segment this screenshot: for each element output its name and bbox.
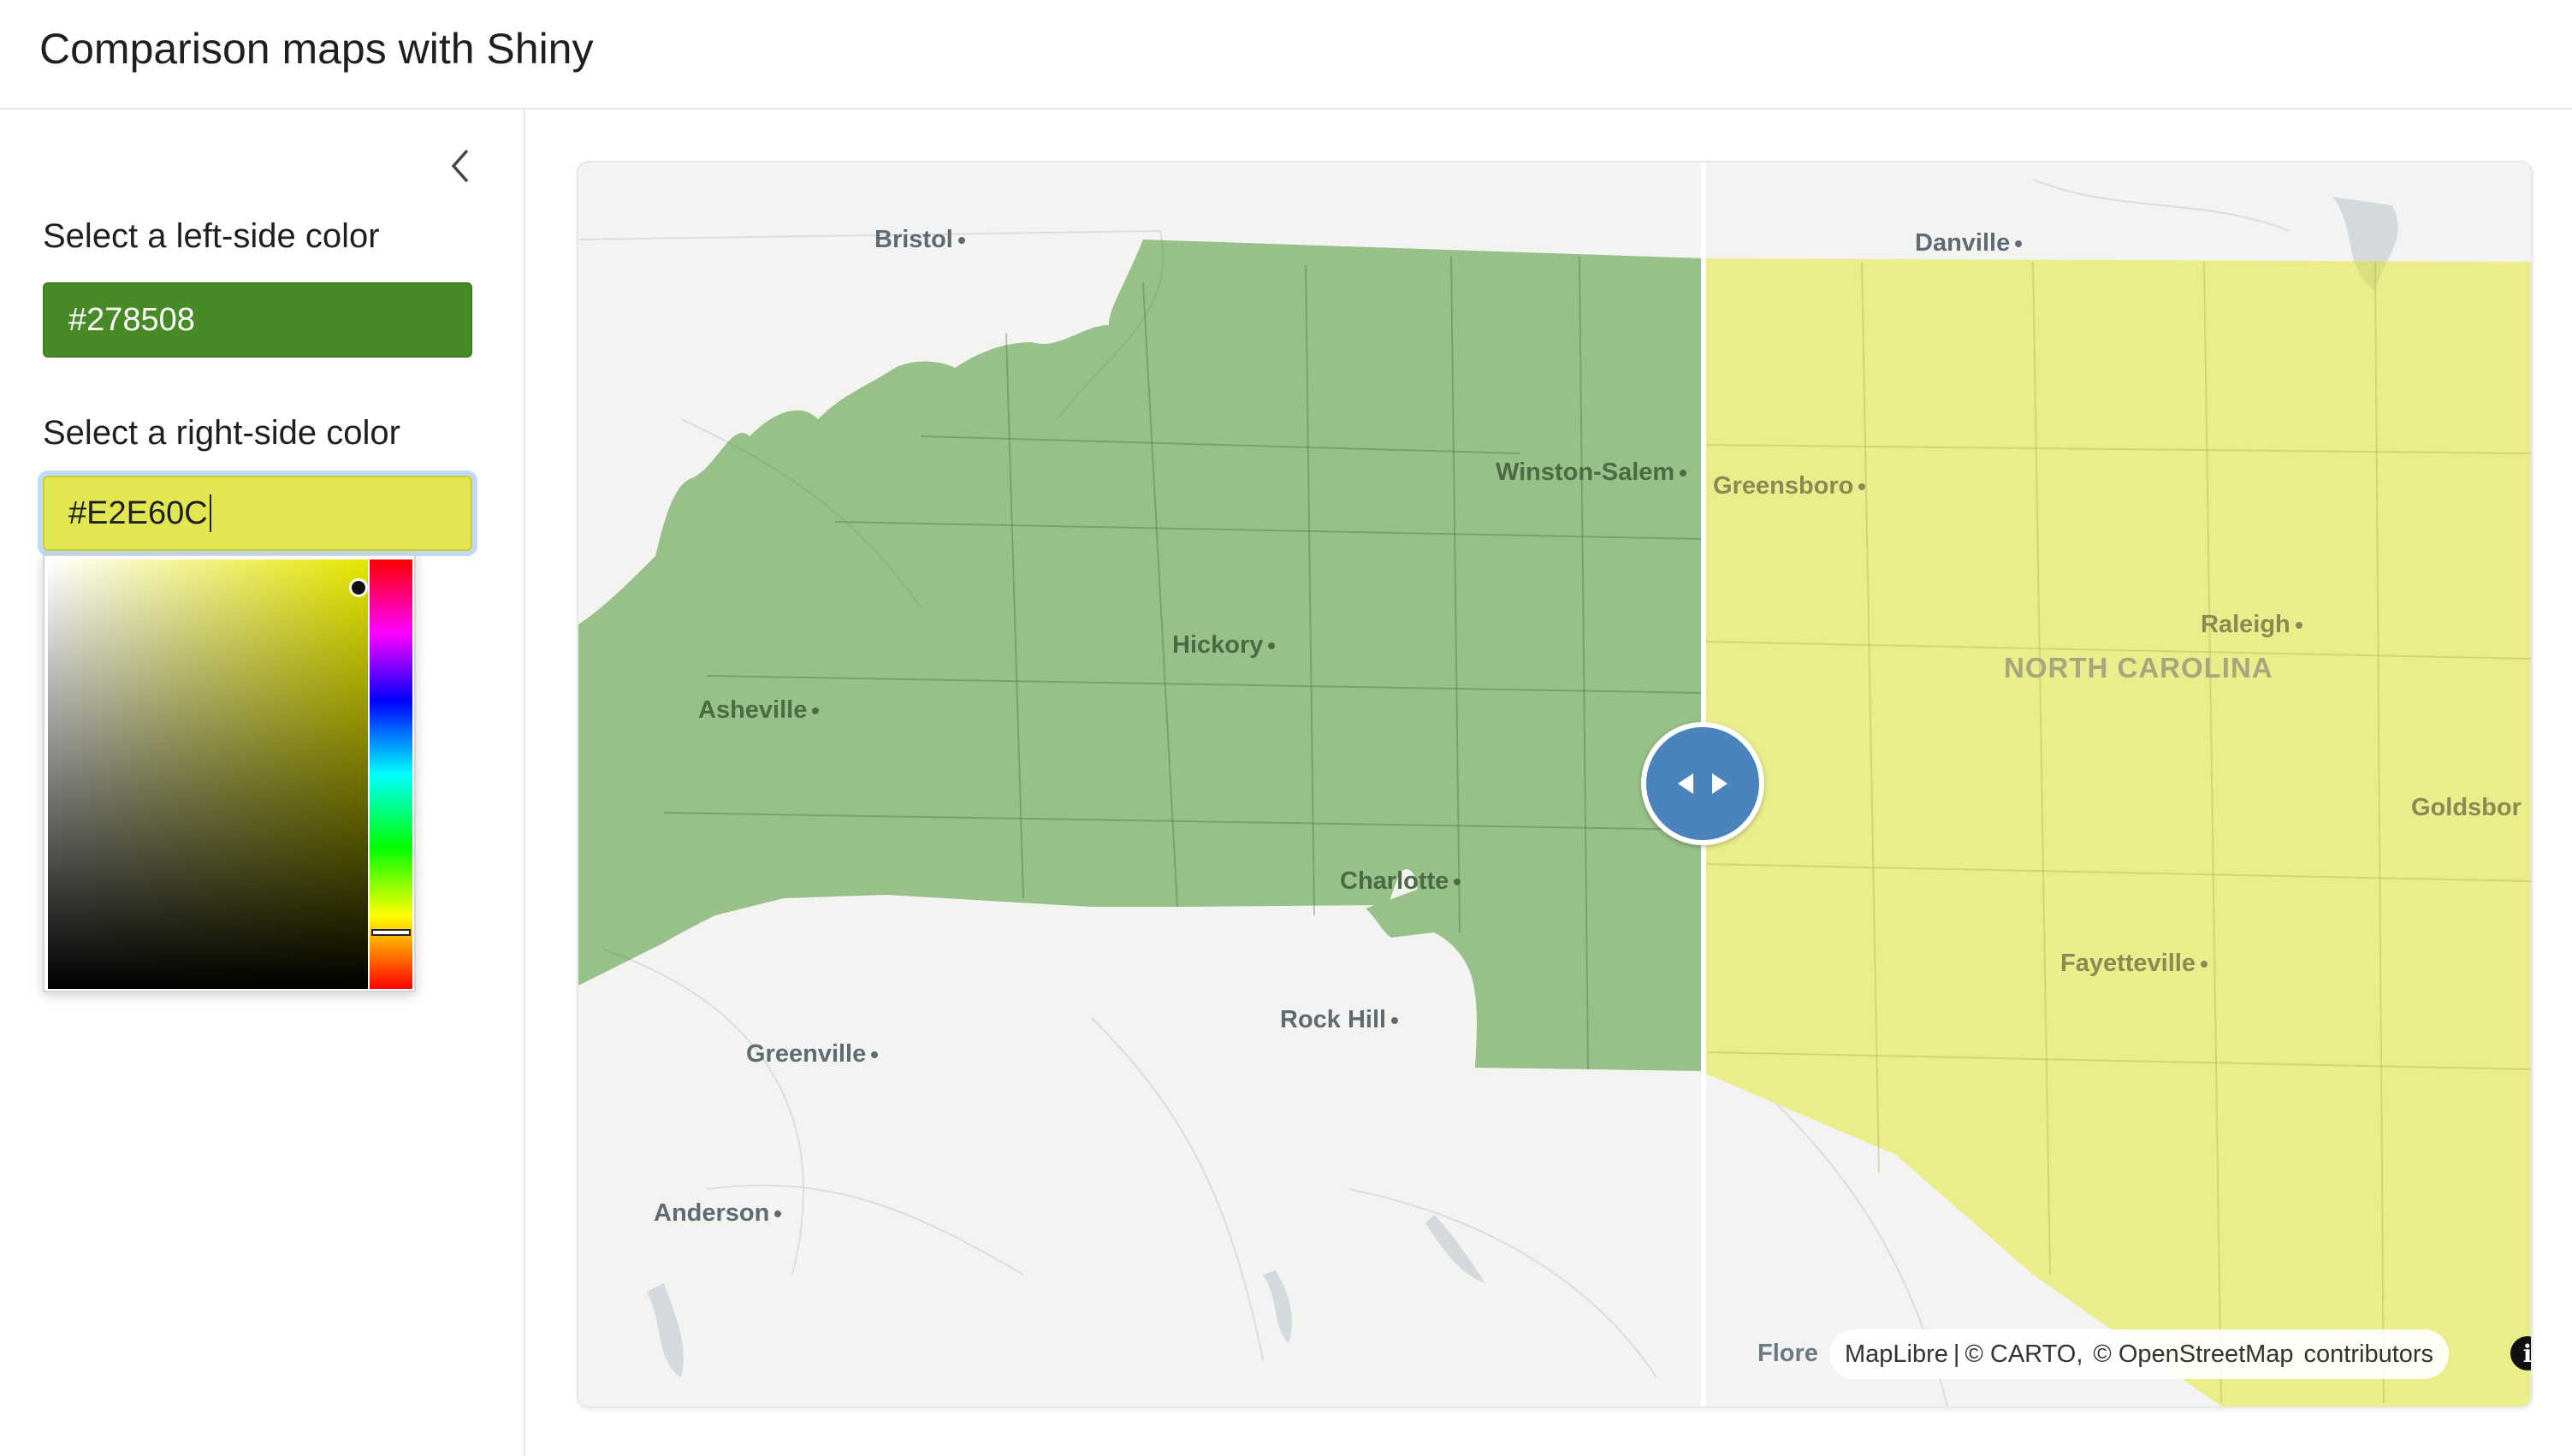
hue-slider[interactable] [370,559,412,989]
city-label: Asheville [698,696,820,725]
color-picker-popup [43,554,416,992]
arrow-left-icon [1678,773,1693,794]
saturation-selector-handle[interactable] [349,578,368,597]
carto-attribution: © CARTO, [1965,1340,2083,1368]
city-label: Greensboro [1713,472,1866,500]
city-label: Hickory [1172,631,1276,660]
arrow-right-icon [1712,773,1728,794]
hue-slider-handle[interactable] [371,929,411,936]
page-title: Comparison maps with Shiny [39,25,594,73]
text-caret [209,494,211,532]
sidebar-collapse-button[interactable] [436,142,484,190]
city-label: Danville [1915,229,2023,257]
maplibre-link[interactable]: MapLibre [1845,1341,1948,1369]
osm-link[interactable]: © OpenStreetMap [2093,1341,2293,1369]
city-label: Goldsbor [2411,794,2522,821]
left-color-value: #278508 [68,301,195,338]
chevron-left-icon [451,149,469,183]
city-label: Raleigh [2201,611,2302,639]
city-label: Fayetteville [2060,950,2208,978]
left-color-input[interactable]: #278508 [43,282,472,358]
contributors-text: contributors [2303,1340,2434,1368]
sidebar: Select a left-side color #278508 Select … [0,109,525,1456]
city-label: Rock Hill [1280,1006,1399,1034]
app-header: Comparison maps with Shiny [0,0,2572,109]
right-color-value: #E2E60C [68,494,208,531]
city-label: Anderson [654,1199,782,1228]
swipe-compare-handle[interactable] [1641,722,1764,845]
comparison-map[interactable]: Bristol Danville Winston-Salem Greensbor… [577,161,2533,1408]
state-label: NORTH CAROLINA [2004,652,2273,684]
city-label: Charlotte [1340,867,1461,896]
map-canvas[interactable] [578,163,2531,1406]
map-attribution: MapLibre | © CARTO, © OpenStreetMap cont… [1829,1329,2450,1379]
left-color-label: Select a left-side color [43,217,380,255]
right-color-label: Select a right-side color [43,414,400,452]
city-label-partial: Flore [1757,1340,1818,1367]
right-color-input[interactable]: #E2E60C [43,476,472,551]
saturation-value-area[interactable] [48,559,368,989]
city-label: Bristol [874,226,965,254]
city-label: Greenville [746,1040,879,1068]
city-label: Winston-Salem [1496,459,1687,487]
